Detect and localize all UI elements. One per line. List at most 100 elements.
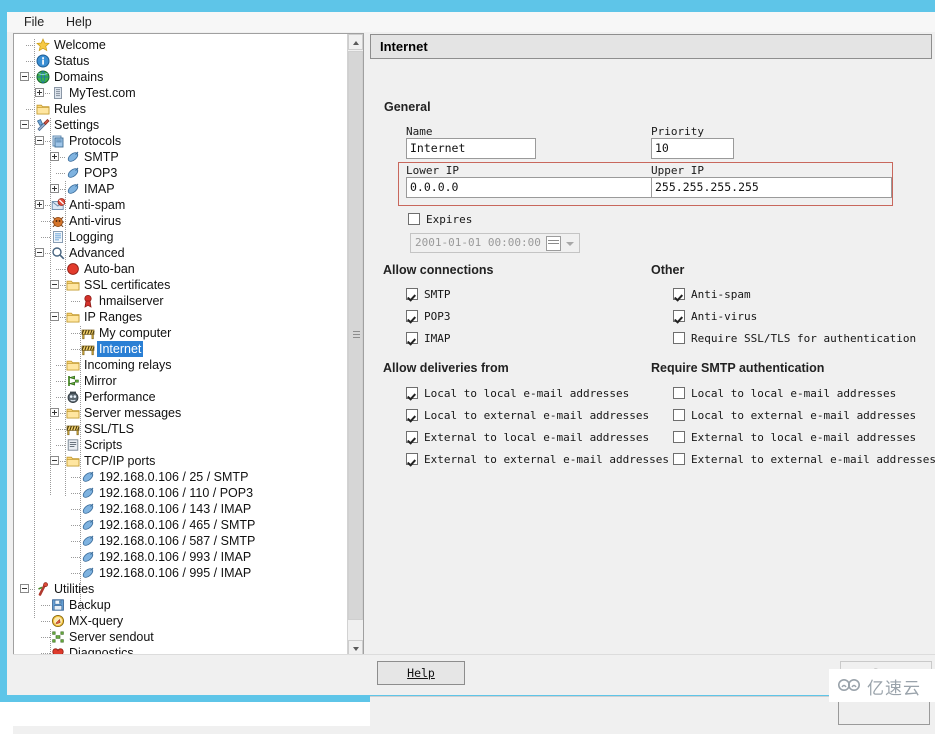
- checkbox-deliver-external-external[interactable]: [406, 453, 418, 465]
- mxquery-icon: [51, 614, 65, 628]
- checkbox-auth-external-local[interactable]: [673, 431, 685, 443]
- certificate-icon: [81, 294, 95, 308]
- tree-guide-line: [71, 493, 80, 494]
- other-item[interactable]: Require SSL/TLS for authentication: [673, 331, 916, 347]
- checkbox-imap[interactable]: [406, 332, 418, 344]
- collapse-icon[interactable]: [35, 248, 44, 257]
- checkbox-anti-spam[interactable]: [673, 288, 685, 300]
- other-heading: Other: [651, 263, 685, 277]
- require-auth-item[interactable]: External to external e-mail addresses: [673, 452, 935, 468]
- plug-icon: [81, 534, 95, 548]
- tree-item-label: Logging: [69, 230, 114, 244]
- checkbox-deliver-external-local[interactable]: [406, 431, 418, 443]
- checkbox-smtp[interactable]: [406, 288, 418, 300]
- checkbox-pop3-label: POP3: [424, 310, 451, 323]
- expires-checkbox[interactable]: [408, 213, 420, 225]
- upper-ip-input[interactable]: 255.255.255.255: [651, 177, 892, 198]
- status-strip: [13, 726, 935, 734]
- expand-icon[interactable]: [50, 408, 59, 417]
- tree-guide-line: [26, 61, 35, 62]
- require-auth-item[interactable]: Local to external e-mail addresses: [673, 408, 916, 424]
- expand-icon[interactable]: [50, 184, 59, 193]
- tree-item-label: 192.168.0.106 / 25 / SMTP: [99, 470, 249, 484]
- require-auth-item[interactable]: External to local e-mail addresses: [673, 430, 916, 446]
- tree-item-label: Incoming relays: [84, 358, 172, 372]
- lower-ip-input[interactable]: 0.0.0.0: [406, 177, 654, 198]
- tree-guide-line: [71, 557, 80, 558]
- watermark: 亿速云: [829, 669, 935, 702]
- checkbox-require-ssl-label: Require SSL/TLS for authentication: [691, 332, 917, 345]
- collapse-icon[interactable]: [20, 120, 29, 129]
- checkbox-deliver-local-external-label: Local to external e-mail addresses: [424, 409, 650, 422]
- checkbox-auth-local-external-label: Local to external e-mail addresses: [691, 409, 917, 422]
- checkbox-deliver-local-external[interactable]: [406, 409, 418, 421]
- tree-guide-line: [56, 429, 65, 430]
- collapse-icon[interactable]: [35, 136, 44, 145]
- other-item[interactable]: Anti-virus: [673, 309, 757, 325]
- expires-checkbox-row[interactable]: Expires: [408, 212, 472, 228]
- navigation-tree[interactable]: Welcome Status Domains MyTest.com Rules Setti…: [14, 34, 349, 656]
- tree-item-label: IMAP: [84, 182, 115, 196]
- allow-connections-item[interactable]: POP3: [406, 309, 451, 325]
- tree-guide-line: [41, 621, 50, 622]
- menu-item-file[interactable]: File: [17, 14, 51, 30]
- other-item[interactable]: Anti-spam: [673, 287, 751, 303]
- checkbox-deliver-external-external-label: External to external e-mail addresses: [424, 453, 670, 466]
- plug-icon: [81, 550, 95, 564]
- folder-icon: [66, 278, 80, 292]
- expand-icon[interactable]: [35, 200, 44, 209]
- priority-input[interactable]: 10: [651, 138, 734, 159]
- allow-connections-item[interactable]: SMTP: [406, 287, 451, 303]
- tree-scrollbar[interactable]: [347, 34, 363, 656]
- tree-item-label: 192.168.0.106 / 110 / POP3: [99, 486, 254, 500]
- tree-item-label: Performance: [84, 390, 156, 404]
- name-input[interactable]: Internet: [406, 138, 536, 159]
- allow-deliveries-heading: Allow deliveries from: [383, 361, 509, 375]
- menu-item-help[interactable]: Help: [59, 14, 99, 30]
- tree-item-label: 192.168.0.106 / 995 / IMAP: [99, 566, 252, 580]
- expand-icon[interactable]: [35, 88, 44, 97]
- collapse-icon[interactable]: [20, 72, 29, 81]
- checkbox-auth-external-external[interactable]: [673, 453, 685, 465]
- collapse-icon[interactable]: [50, 312, 59, 321]
- checkbox-anti-virus[interactable]: [673, 310, 685, 322]
- chevron-up-icon: [353, 41, 359, 45]
- info-icon: [36, 54, 50, 68]
- allow-deliveries-item[interactable]: External to external e-mail addresses: [406, 452, 669, 468]
- scroll-up-button[interactable]: [348, 34, 363, 50]
- checkbox-auth-local-external[interactable]: [673, 409, 685, 421]
- checkbox-auth-external-external-label: External to external e-mail addresses: [691, 453, 935, 466]
- priority-label: Priority: [651, 125, 704, 138]
- checkbox-deliver-local-local[interactable]: [406, 387, 418, 399]
- tree-guide-line: [56, 173, 65, 174]
- general-heading: General: [384, 100, 431, 114]
- collapse-icon[interactable]: [20, 584, 29, 593]
- title-bar: [0, 0, 935, 12]
- tree-item-label: Server messages: [84, 406, 182, 420]
- globe-icon: [36, 70, 50, 84]
- help-button[interactable]: Help: [377, 661, 465, 685]
- dialog-fragment-button[interactable]: [838, 701, 930, 725]
- plug-icon: [81, 486, 95, 500]
- expand-icon[interactable]: [50, 152, 59, 161]
- folder-icon: [66, 310, 80, 324]
- collapse-icon[interactable]: [50, 280, 59, 289]
- checkbox-pop3[interactable]: [406, 310, 418, 322]
- allow-connections-item[interactable]: IMAP: [406, 331, 451, 347]
- tree-guide-line: [56, 365, 65, 366]
- allow-deliveries-item[interactable]: Local to external e-mail addresses: [406, 408, 649, 424]
- require-auth-item[interactable]: Local to local e-mail addresses: [673, 386, 896, 402]
- collapse-icon[interactable]: [50, 456, 59, 465]
- allow-connections-heading: Allow connections: [383, 263, 494, 277]
- allow-deliveries-item[interactable]: Local to local e-mail addresses: [406, 386, 629, 402]
- allow-deliveries-item[interactable]: External to local e-mail addresses: [406, 430, 649, 446]
- checkbox-require-ssl[interactable]: [673, 332, 685, 344]
- expires-date-picker[interactable]: 2001-01-01 00:00:00: [410, 233, 580, 253]
- scrollbar-thumb[interactable]: [348, 51, 363, 620]
- watermark-logo-icon: [838, 679, 860, 691]
- script-icon: [66, 438, 80, 452]
- tree-item-label: Backup: [69, 598, 111, 612]
- tree-guide-line: [71, 525, 80, 526]
- checkbox-auth-local-local[interactable]: [673, 387, 685, 399]
- tree-item-label: Status: [54, 54, 90, 68]
